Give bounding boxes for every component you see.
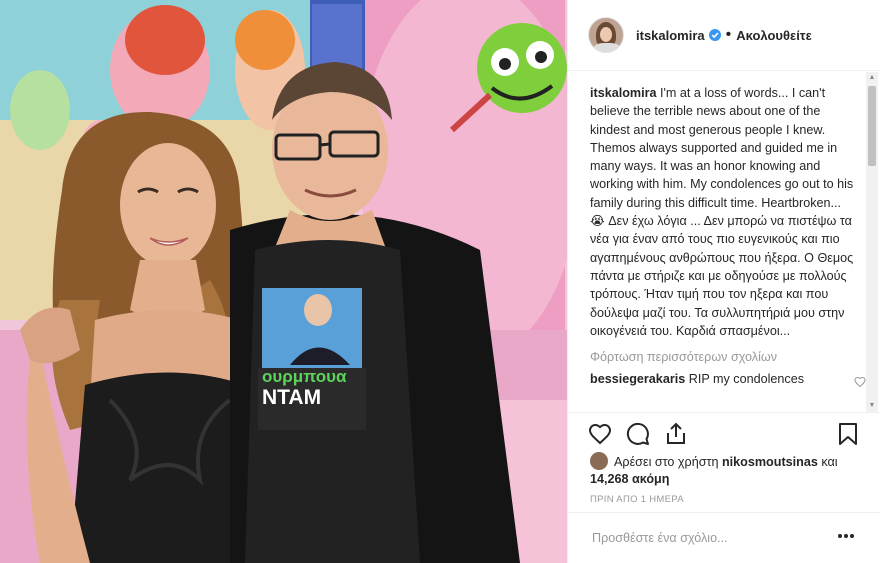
liker-username[interactable]: nikosmoutsinas xyxy=(722,455,818,469)
heart-icon[interactable] xyxy=(588,422,612,446)
post-actions-bar xyxy=(568,412,880,452)
comments-scrollbar[interactable]: ▲ ▼ xyxy=(866,72,878,412)
comment-bubble-icon[interactable] xyxy=(626,422,650,446)
post-header: itskalomira • Ακολουθείτε xyxy=(568,0,880,71)
comment-username[interactable]: bessiegerakaris xyxy=(590,372,685,386)
likes-mid: και xyxy=(821,455,838,469)
caption-text: I'm at a loss of words... I can't believ… xyxy=(590,86,854,338)
comment-text: RIP my condolences xyxy=(688,372,805,387)
add-comment-bar xyxy=(568,512,880,563)
post-timestamp[interactable]: ΠΡΙΝ ΑΠΟ 1 ΗΜΕΡΑ xyxy=(590,494,684,505)
comments-list[interactable]: itskalomira I'm at a loss of words... I … xyxy=(568,72,866,412)
comment-heart-icon[interactable] xyxy=(854,376,866,388)
caption-username[interactable]: itskalomira xyxy=(590,86,657,100)
instagram-post-window: ουρμπουα ΝΤΑΜ itskalomira • Ακολουθείτε … xyxy=(0,0,880,563)
share-icon[interactable] xyxy=(664,422,688,446)
add-comment-input[interactable] xyxy=(590,530,834,546)
username-link[interactable]: itskalomira xyxy=(636,28,705,43)
following-button[interactable]: Ακολουθείτε xyxy=(736,28,812,43)
liker-avatar[interactable] xyxy=(590,452,608,470)
post-photo[interactable]: ουρμπουα ΝΤΑΜ xyxy=(0,0,567,563)
photo-illustration: ουρμπουα ΝΤΑΜ xyxy=(0,0,567,563)
bookmark-icon[interactable] xyxy=(836,422,860,446)
post-side-panel: itskalomira • Ακολουθείτε itskalomira I'… xyxy=(567,0,880,563)
likes-count[interactable]: 14,268 ακόμη xyxy=(590,472,669,486)
load-more-comments-button[interactable]: Φόρτωση περισσότερων σχολίων xyxy=(590,350,866,364)
avatar[interactable] xyxy=(588,17,624,53)
verified-badge-icon xyxy=(708,29,721,41)
shirt-print-text-bottom: ΝΤΑΜ xyxy=(262,386,321,409)
scroll-up-arrow-icon[interactable]: ▲ xyxy=(868,74,876,82)
scroll-down-arrow-icon[interactable]: ▼ xyxy=(868,402,876,410)
ellipsis-icon[interactable] xyxy=(837,533,855,539)
scrollbar-thumb[interactable] xyxy=(868,86,876,166)
likes-summary: Αρέσει στο χρήστη nikosmoutsinas και 14,… xyxy=(590,452,870,488)
shirt-print-text-top: ουρμπουα xyxy=(262,367,347,386)
separator-dot: • xyxy=(725,26,732,43)
likes-prefix: Αρέσει στο χρήστη xyxy=(614,455,719,469)
comment-item: bessiegerakaris RIP my condolences xyxy=(590,372,866,388)
caption: itskalomira I'm at a loss of words... I … xyxy=(590,84,866,340)
